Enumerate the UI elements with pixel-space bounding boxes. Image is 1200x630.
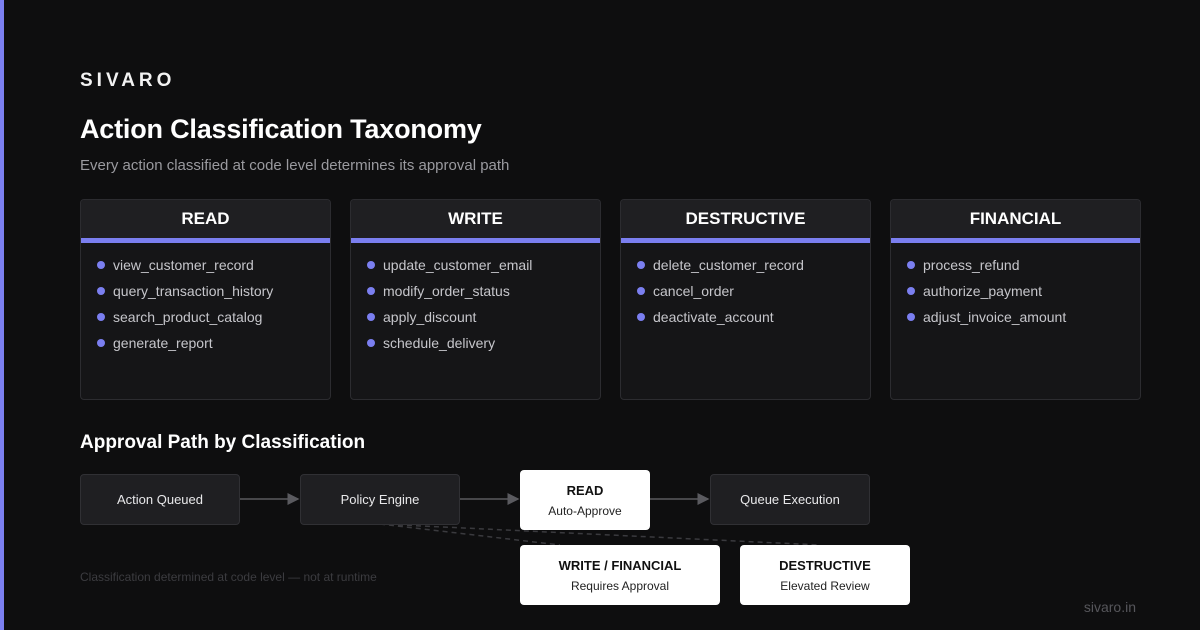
- node-queue-execution: Queue Execution: [710, 474, 870, 525]
- node-title: DESTRUCTIVE: [779, 557, 871, 573]
- node-label: Queue Execution: [740, 492, 840, 507]
- node-label: Policy Engine: [340, 492, 420, 507]
- node-read-auto-approve: READ Auto-Approve: [520, 470, 650, 530]
- footnote: Classification determined at code level …: [80, 570, 377, 584]
- node-write-financial: WRITE / FINANCIAL Requires Approval: [520, 545, 720, 605]
- node-title: WRITE / FINANCIAL: [558, 557, 682, 573]
- node-destructive: DESTRUCTIVE Elevated Review: [740, 545, 910, 605]
- flow-connectors: [240, 493, 821, 546]
- node-subtitle: Auto-Approve: [548, 503, 622, 518]
- node-label: Action Queued: [116, 492, 203, 507]
- node-subtitle: Elevated Review: [780, 578, 870, 593]
- node-subtitle: Requires Approval: [570, 578, 670, 593]
- node-title: READ: [566, 482, 604, 498]
- node-policy-engine: Policy Engine: [300, 474, 460, 525]
- site-url: sivaro.in: [1083, 599, 1136, 615]
- node-action-queued: Action Queued: [80, 474, 240, 525]
